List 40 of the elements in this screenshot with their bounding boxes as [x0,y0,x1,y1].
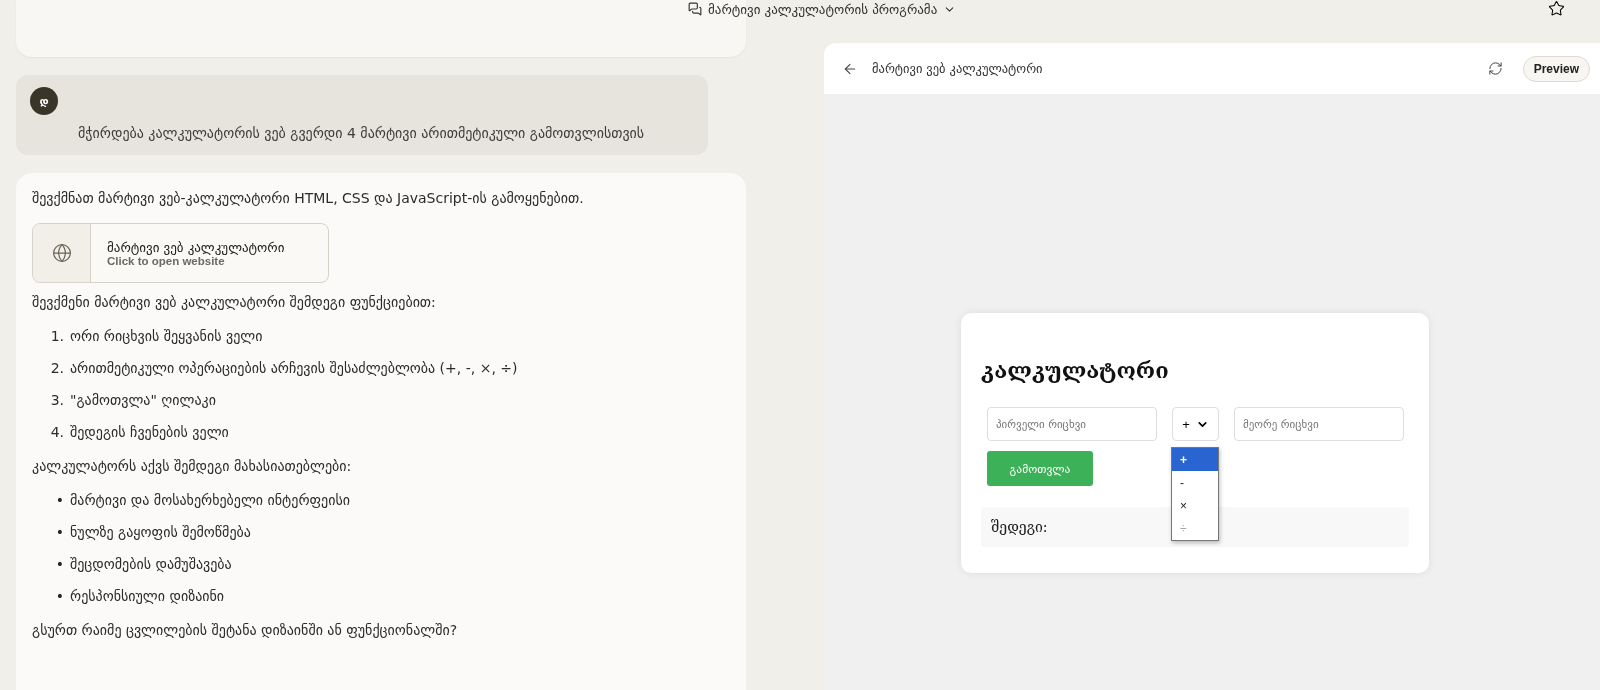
refresh-icon[interactable] [1487,61,1503,76]
chat-title-button[interactable]: მარტივი კალკულატორის პროგრამა [688,0,957,18]
properties-heading: კალკულატორს აქვს შემდეგი მახასიათებლები: [32,457,353,476]
dropdown-option[interactable]: × [1172,494,1218,517]
dropdown-option[interactable]: + [1172,448,1218,471]
intro-text: შევქმნათ მარტივი ვებ-კალკულატორი HTML, CSS და JavaScript-ის გამოყენებით. [32,189,585,208]
operator-select[interactable]: + [1172,407,1219,441]
list-item-text: მარტივი და მოსახერხებელი ინტერფეისი [70,491,350,510]
result-label: შედეგი: [991,519,1048,535]
list-item-text: "გამოთვლა" ღილაკი [70,391,216,410]
calculator-heading: კალკულატორი [981,357,1170,383]
first-number-field[interactable]: პირველი რიცხვი [987,407,1157,441]
chat-icon [688,2,702,16]
bullet: • [54,523,64,542]
list-number: 2. [49,359,64,378]
list-item-text: ნულზე გაყოფის შემოწმება [70,523,251,542]
features-heading: შევქმენი მარტივი ვებ კალკულატორი შემდეგი ფუნქციებით: [32,293,437,312]
list-item-text: ორი რიცხვის შეყვანის ველი [70,327,263,346]
list-item-text: რესპონსიული დიზაინი [70,587,225,606]
artifact-title: მარტივი ვებ კალკულატორი [107,239,285,255]
globe-icon [33,224,91,282]
bullet: • [54,491,64,510]
list-item-text: შედეგის ჩვენების ველი [70,423,229,442]
second-number-field[interactable]: მეორე რიცხვი [1234,407,1404,441]
artifact-subtitle: Click to open website [107,254,225,267]
question-text: გსურთ რაიმე ცვლილების შეტანა დიზაინში ან ფუნქციონალში? [32,621,459,640]
user-avatar: დ [30,87,58,115]
list-item-text: შეცდომების დამუშავება [70,555,232,574]
list-number: 3. [49,391,64,410]
list-item-text: არითმეტიკული ოპერაციების არჩევის შესაძლებლობა (+, -, ×, ÷) [70,359,518,378]
star-icon[interactable] [1548,0,1565,17]
preview-title: მარტივი ვებ კალკულატორი [872,61,1044,76]
user-message-text: მჭირდება კალკულატორის ვებ გვერდი 4 მარტივი არითმეტიკული გამოთვლისთვის [78,125,646,141]
dropdown-option[interactable]: - [1172,471,1218,494]
list-number: 4. [49,423,64,442]
list-number: 1. [49,327,64,346]
bullet: • [54,587,64,606]
artifact-card[interactable]: მარტივი ვებ კალკულატორი Click to open website [32,223,329,283]
preview-button[interactable]: Preview [1522,55,1590,82]
bullet: • [54,555,64,574]
